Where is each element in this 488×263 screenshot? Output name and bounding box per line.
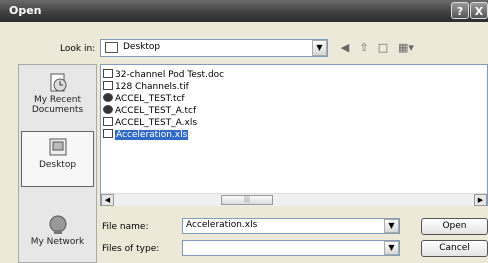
place-label: My Recent Documents [31, 95, 84, 115]
title-bar[interactable]: Open ? X [0, 0, 488, 22]
place-label: My Network [30, 237, 85, 247]
place-desktop[interactable]: Desktop [21, 131, 94, 187]
new-folder-icon[interactable]: □ [375, 41, 391, 55]
file-item[interactable]: 128 Channels.tif [103, 81, 189, 93]
desktop-icon [49, 138, 66, 156]
file-item[interactable]: ACCEL_TEST_A.xls [103, 117, 197, 129]
views-menu-icon[interactable]: ▦▾ [396, 41, 416, 55]
help-button[interactable]: ? [451, 2, 469, 19]
file-name-value: Acceleration.xls [186, 220, 258, 230]
horizontal-scrollbar[interactable]: ◀ ||| ▶ [101, 193, 487, 206]
cancel-button[interactable]: Cancel [421, 240, 488, 257]
back-icon[interactable]: ◀ [338, 41, 352, 55]
file-item-selected[interactable]: Acceleration.xls [103, 129, 189, 141]
recent-documents-icon [50, 73, 66, 92]
window-title: Open [9, 4, 42, 17]
files-of-type-label: Files of type: [102, 244, 160, 254]
up-folder-icon[interactable]: ⇧ [357, 41, 371, 55]
place-label: Desktop [38, 160, 77, 170]
doc-file-icon [103, 69, 113, 78]
chevron-down-icon[interactable]: ▼ [384, 241, 399, 255]
file-item[interactable]: 32-channel Pod Test.doc [103, 69, 224, 81]
xls-file-icon [103, 117, 113, 126]
tcf-file-icon [103, 105, 113, 114]
file-name-label: File name: [102, 222, 149, 232]
close-button[interactable]: X [470, 2, 488, 19]
open-dialog: Open ? X Look in: Desktop ▼ ◀ ⇧ □ ▦▾ My … [0, 0, 488, 263]
desktop-folder-icon [105, 42, 118, 53]
open-button[interactable]: Open [421, 218, 488, 235]
xls-file-icon [103, 129, 113, 138]
scroll-left-icon[interactable]: ◀ [101, 194, 114, 206]
scroll-thumb[interactable]: ||| [221, 195, 273, 205]
chevron-down-icon[interactable]: ▼ [384, 219, 399, 233]
chevron-down-icon[interactable]: ▼ [312, 40, 327, 56]
place-my-recent-documents[interactable]: My Recent Documents [21, 73, 94, 115]
look-in-dropdown[interactable]: Desktop ▼ [100, 39, 328, 57]
files-of-type-dropdown[interactable]: ▼ [182, 240, 400, 256]
scroll-right-icon[interactable]: ▶ [474, 194, 487, 206]
place-my-network[interactable]: My Network [21, 215, 94, 247]
file-item[interactable]: ACCEL_TEST_A.tcf [103, 105, 196, 117]
tcf-file-icon [103, 93, 113, 102]
look-in-label: Look in: [60, 44, 96, 54]
file-item[interactable]: ACCEL_TEST.tcf [103, 93, 185, 105]
network-icon [49, 215, 66, 234]
file-name-combobox[interactable]: Acceleration.xls ▼ [182, 218, 400, 234]
places-bar: My Recent Documents Desktop My Network [18, 64, 97, 263]
file-list[interactable]: 32-channel Pod Test.doc 128 Channels.tif… [100, 64, 488, 206]
image-file-icon [103, 81, 113, 90]
look-in-value: Desktop [123, 42, 161, 52]
